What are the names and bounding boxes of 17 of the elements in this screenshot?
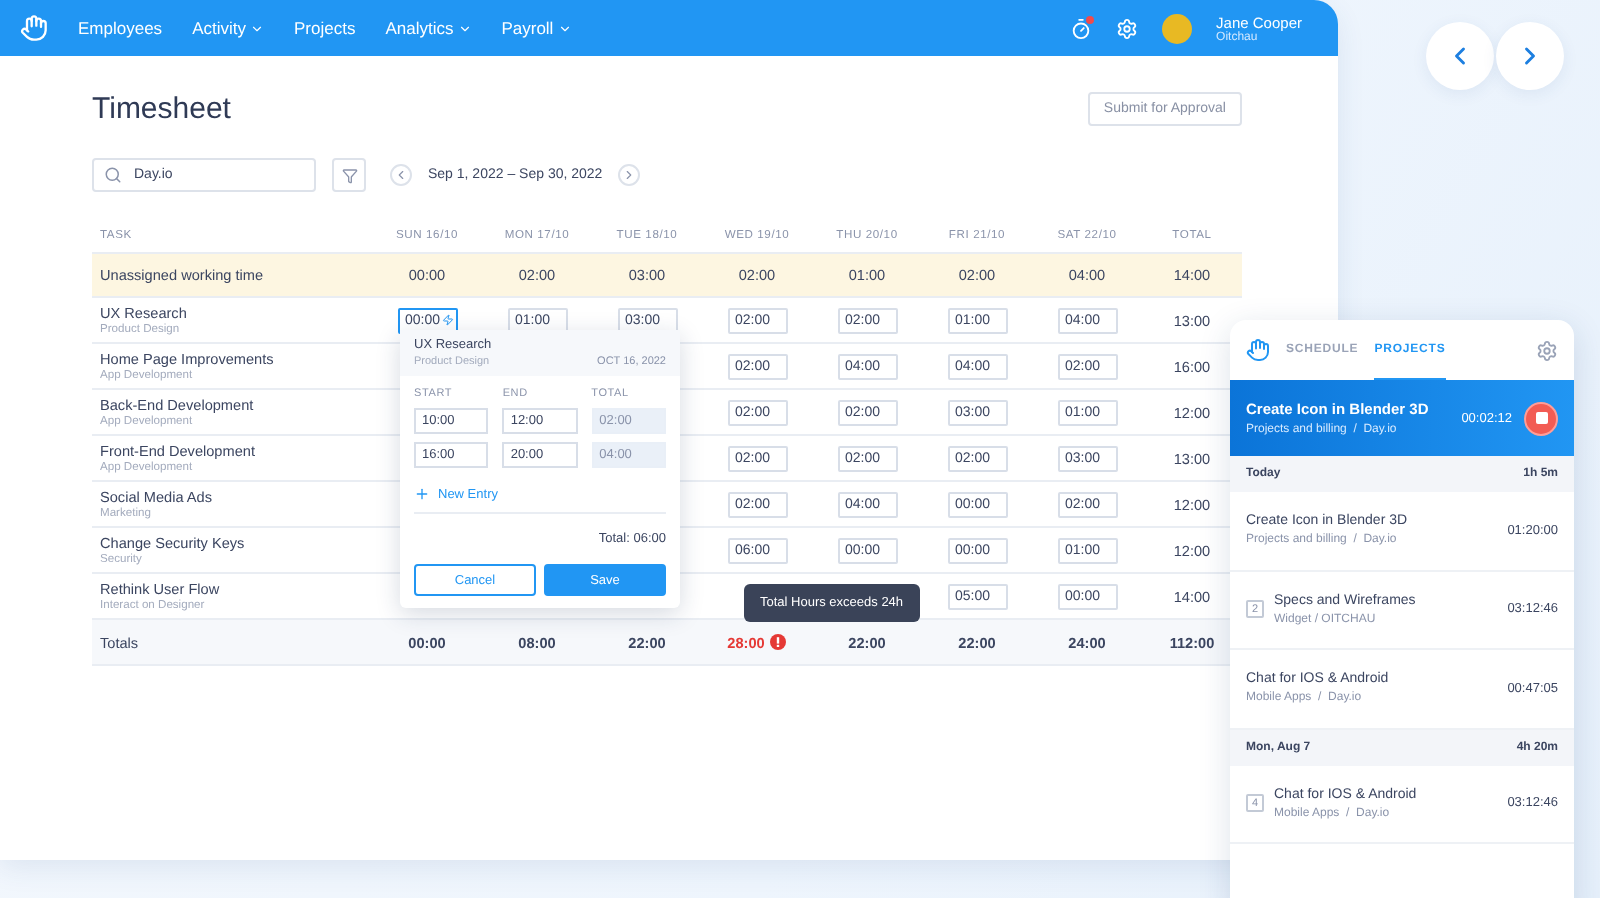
filter-button[interactable] <box>332 158 366 192</box>
chevron-left-icon <box>394 168 408 182</box>
timer-icon[interactable] <box>1070 17 1093 39</box>
hand-icon <box>1246 338 1270 362</box>
bolt-icon <box>442 314 455 326</box>
stop-button[interactable] <box>1524 401 1558 435</box>
alert-icon <box>770 634 787 650</box>
search-icon <box>104 166 122 184</box>
page-title: Timesheet <box>92 92 231 126</box>
hand-icon[interactable] <box>20 14 48 42</box>
plus-icon <box>414 486 430 502</box>
settings-icon[interactable] <box>1536 339 1558 361</box>
previous-button[interactable] <box>390 164 412 186</box>
avatar[interactable] <box>1162 13 1193 43</box>
next-button[interactable] <box>618 164 641 186</box>
chevron-right-icon <box>622 168 637 182</box>
filter-icon <box>341 167 357 183</box>
